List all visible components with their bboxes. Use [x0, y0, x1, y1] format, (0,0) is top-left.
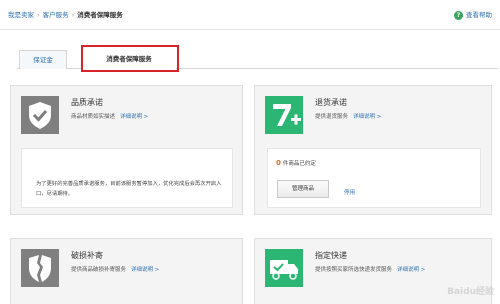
breadcrumb-section-link[interactable]: 客户服务 [43, 11, 69, 19]
damage-resend-card: 破损补寄 提供商品破损补寄服务 详细说明 > [10, 238, 243, 304]
quality-promise-title: 品质承诺 [71, 98, 103, 107]
damage-resend-desc-text: 提供商品破损补寄服务 [71, 267, 127, 273]
breadcrumb-current: 消费者保障服务 [77, 11, 123, 19]
return-promise-card: 退货承诺 提供退货服务 详细说明 > 0 件商品已约定 管理商品 停用 [254, 85, 492, 215]
quality-promise-detail-link[interactable]: 详细说明 > [120, 114, 148, 120]
manage-items-button[interactable]: 管理商品 [277, 180, 329, 198]
tab-bar: 保证金 消费者保障服务 [17, 45, 498, 72]
agreed-items-count: 0 件商品已约定 [276, 159, 316, 169]
quality-promise-notice: 为了更好的完善品质承诺服务，目前该服务暂停加入，优化完成后会再次开启入口，尽请期… [36, 181, 222, 197]
agreed-items-label: 件商品已约定 [282, 161, 316, 167]
breadcrumb-separator: › [37, 11, 40, 19]
quality-promise-desc: 商品材质如实描述 详细说明 > [71, 113, 148, 121]
damage-resend-detail-link[interactable]: 详细说明 > [131, 267, 159, 273]
return-promise-panel: 0 件商品已约定 管理商品 停用 [267, 148, 481, 208]
shield-check-icon [21, 96, 59, 134]
tab-deposit[interactable]: 保证金 [19, 50, 67, 69]
designated-express-detail-link[interactable]: 详细说明 > [397, 267, 425, 273]
delivery-truck-icon [265, 249, 303, 287]
designated-express-desc-text: 提供按照买家所选快递发货服务 [315, 267, 393, 273]
return-promise-desc: 提供退货服务 详细说明 > [315, 113, 381, 121]
top-bar: 我是卖家 › 客户服务 › 消费者保障服务 ? 查看帮助 [0, 0, 500, 30]
return-promise-desc-text: 提供退货服务 [315, 114, 349, 120]
seven-plus-icon [265, 96, 303, 134]
help-link[interactable]: ? 查看帮助 [454, 9, 492, 21]
designated-express-title: 指定快递 [315, 251, 347, 260]
damage-resend-title: 破损补寄 [71, 251, 103, 260]
quality-promise-notice-box: 为了更好的完善品质承诺服务，目前该服务暂停加入，优化完成后会再次开启入口，尽请期… [21, 148, 233, 208]
broken-shield-icon [21, 249, 59, 287]
return-promise-title: 退货承诺 [315, 98, 347, 107]
agreed-items-number: 0 [276, 159, 281, 167]
help-label: 查看帮助 [466, 11, 492, 19]
breadcrumb-separator: › [71, 11, 75, 19]
return-promise-detail-link[interactable]: 详细说明 > [353, 114, 381, 120]
breadcrumb-home-link[interactable]: 我是卖家 [8, 11, 34, 19]
quality-promise-card: 品质承诺 商品材质如实描述 详细说明 > 为了更好的完善品质承诺服务，目前该服务暂… [10, 85, 243, 215]
quality-promise-desc-text: 商品材质如实描述 [71, 114, 116, 120]
breadcrumb: 我是卖家 › 客户服务 › 消费者保障服务 [8, 10, 123, 20]
question-icon: ? [454, 10, 463, 20]
watermark: Baidu经验 [447, 287, 494, 297]
designated-express-desc: 提供按照买家所选快递发货服务 详细说明 > [315, 266, 425, 274]
tab-consumer-protection[interactable]: 消费者保障服务 [82, 50, 176, 69]
disable-service-link[interactable]: 停用 [344, 189, 355, 197]
damage-resend-desc: 提供商品破损补寄服务 详细说明 > [71, 266, 159, 274]
